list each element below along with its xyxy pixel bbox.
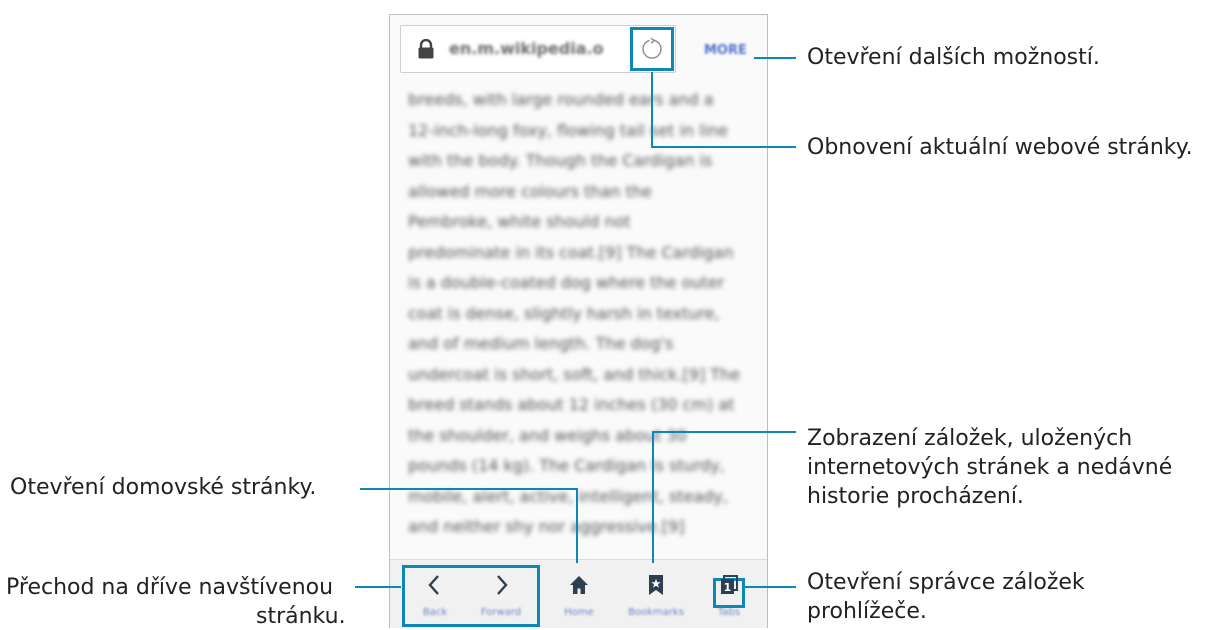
- article-line: pounds (14 kg). The Cardigan is sturdy,: [408, 456, 725, 475]
- back-callout-line-1: Přechod na dříve navštívenou: [6, 575, 334, 600]
- bookmarks-label: Bookmarks: [628, 607, 684, 618]
- forward-label: Forward: [480, 607, 522, 618]
- tabs-count: 1: [724, 581, 732, 594]
- bookmarks-callout-line-horizontal: [652, 431, 796, 433]
- bookmarks-callout-line-vertical: [652, 431, 654, 563]
- more-callout-line: [754, 57, 796, 59]
- back-button[interactable]: Back: [412, 571, 458, 623]
- article-line: is a double-coated dog where the outer: [408, 273, 725, 292]
- reload-callout-line-horizontal: [651, 146, 796, 148]
- tabs-icon: 1: [721, 575, 738, 594]
- lock-icon: [417, 38, 435, 59]
- home-callout-line-vertical: [576, 488, 578, 563]
- url-text: en.m.wikipedia.o: [449, 39, 604, 58]
- bookmarks-callout-line-1: Zobrazení záložek, uložených: [807, 426, 1133, 451]
- home-button[interactable]: Home: [556, 571, 602, 623]
- reload-icon: [642, 37, 662, 59]
- tabs-callout-line: [744, 586, 796, 588]
- article-line: breed stands about 12 inches (30 cm) at: [408, 395, 735, 414]
- more-callout: Otevření dalších možností.: [807, 45, 1100, 70]
- tabs-button[interactable]: 1 Tabs: [706, 571, 752, 623]
- back-callout-line: [355, 586, 401, 588]
- home-label: Home: [564, 607, 594, 618]
- back-callout-line-2: stránku.: [256, 604, 346, 629]
- article-line: coat is dense, slightly harsh in texture…: [408, 303, 720, 323]
- article-line: predominate in its coat.[9] The Cardigan: [408, 242, 734, 262]
- forward-button[interactable]: Forward: [478, 571, 524, 623]
- article-content: breeds, with large rounded ears and a 12…: [408, 85, 741, 543]
- tabs-callout-line-2: prohlížeče.: [807, 599, 927, 624]
- tabs-callout-line-1: Otevření správce záložek: [807, 570, 1085, 595]
- article-line: 12-inch-long foxy, flowing tail set in l…: [408, 120, 729, 140]
- bookmark-icon: [649, 575, 663, 595]
- article-line: Pembroke, white should not: [408, 212, 631, 231]
- tabs-label: Tabs: [717, 607, 741, 618]
- article-line: with the body. Though the Cardigan is: [408, 151, 713, 170]
- phone-screen: en.m.wikipedia.o MORE breeds, with large…: [389, 14, 768, 628]
- chevron-right-icon: [497, 575, 508, 595]
- article-line: mobile, alert, active, intelligent, stea…: [408, 486, 728, 506]
- article-line: and of medium length. The dog's: [408, 334, 674, 353]
- article-line: the shoulder, and weighs about 30: [408, 425, 687, 445]
- article-line: undercoat is short, soft, and thick.[9] …: [408, 364, 741, 384]
- chevron-left-icon: [428, 575, 439, 595]
- article-line: allowed more colours than the: [408, 181, 652, 201]
- back-label: Back: [422, 607, 448, 618]
- home-icon: [570, 576, 588, 594]
- more-button[interactable]: MORE: [704, 43, 747, 58]
- home-callout: Otevření domovské stránky.: [10, 475, 317, 500]
- reload-callout: Obnovení aktuální webové stránky.: [807, 135, 1193, 160]
- reload-button[interactable]: [630, 27, 674, 71]
- article-line: and neither shy nor aggressive.[9]: [408, 517, 685, 536]
- reload-callout-line-vertical: [651, 72, 653, 147]
- bookmarks-callout-line-2: internetových stránek a nedávné: [807, 455, 1173, 480]
- bookmarks-button[interactable]: Bookmarks: [628, 571, 684, 623]
- article-line: breeds, with large rounded ears and a: [408, 90, 714, 109]
- home-callout-line-horizontal: [360, 488, 578, 490]
- bookmarks-callout-line-3: historie procházení.: [807, 484, 1024, 509]
